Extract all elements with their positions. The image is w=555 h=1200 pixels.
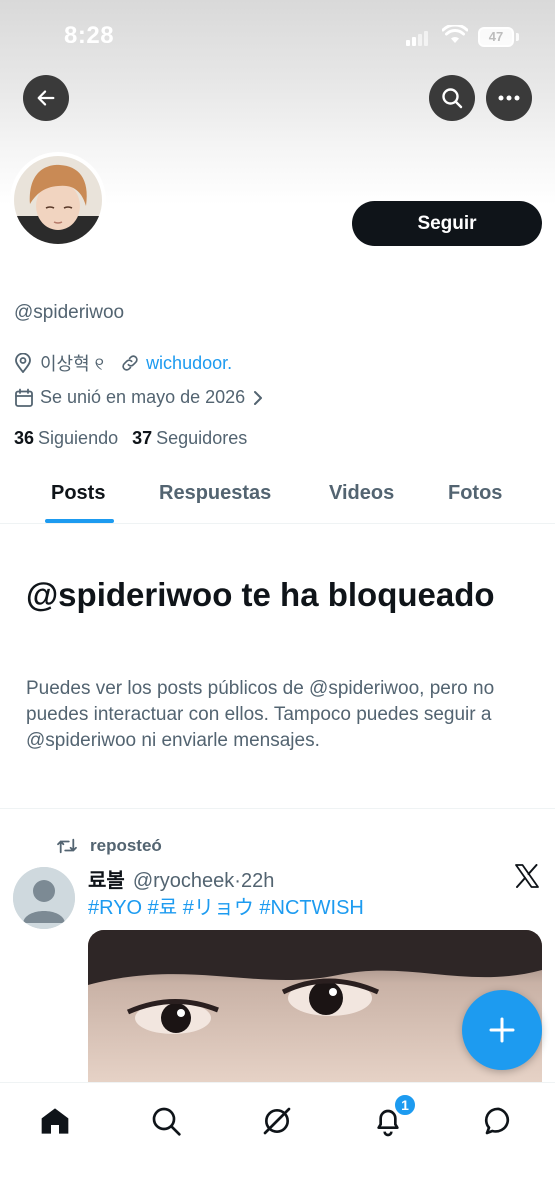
active-tab-indicator [45, 519, 114, 523]
bottom-navigation [0, 1082, 555, 1200]
post-header: 료볼 @ryocheek · 22h [88, 864, 274, 893]
profile-handle: @spideriwoo [14, 302, 125, 323]
post-author-name[interactable]: 료볼 [88, 864, 125, 893]
messages-icon [484, 1107, 510, 1135]
nav-home[interactable] [35, 1101, 75, 1141]
plus-icon [489, 1017, 515, 1043]
followers-label: Seguidores [156, 428, 248, 448]
grok-icon [263, 1107, 291, 1135]
profile-tabs: Posts Respuestas Videos Fotos [0, 462, 555, 524]
follow-stats: 36 Siguiendo 37 Seguidores [14, 428, 261, 449]
post-time: 22h [240, 870, 275, 892]
blocked-title: @spideriwoo te ha bloqueado [26, 576, 495, 613]
location-pin-icon [15, 353, 31, 373]
tab-fotos[interactable]: Fotos [448, 482, 502, 505]
wifi-icon [442, 25, 468, 43]
notification-badge: 1 [393, 1093, 417, 1117]
repost-text: reposteó [90, 836, 162, 855]
home-icon [41, 1108, 69, 1134]
battery-icon: 47 [478, 27, 514, 47]
profile-joined-text: Se unió en mayo de 2026 [40, 387, 246, 407]
arrow-left-icon [37, 90, 55, 106]
chevron-right-icon [254, 390, 263, 405]
divider [0, 808, 555, 809]
following-link[interactable]: 36 Siguiendo [14, 428, 118, 449]
blocked-description: Puedes ver los posts públicos de @spider… [26, 678, 495, 751]
profile-meta: 이상혁 ୧ wichudoor. [14, 350, 232, 376]
more-options-button[interactable] [486, 75, 532, 121]
profile-location: 이상혁 ୧ [40, 354, 105, 374]
post-separator: · [234, 870, 241, 892]
back-button[interactable] [23, 75, 69, 121]
post-author-handle[interactable]: @ryocheek [133, 870, 234, 893]
post-hashtags[interactable]: #RYO #료 #リョウ #NCTWISH [88, 891, 364, 920]
following-count: 36 [14, 428, 35, 448]
post-author-avatar[interactable] [13, 867, 75, 929]
tab-posts[interactable]: Posts [51, 482, 105, 505]
profile-avatar[interactable] [10, 152, 106, 248]
tab-respuestas[interactable]: Respuestas [159, 482, 271, 505]
x-logo-icon [515, 864, 539, 888]
nav-search[interactable] [146, 1101, 186, 1141]
more-horizontal-icon [498, 95, 520, 101]
repost-indicator: reposteó [56, 836, 162, 856]
following-label: Siguiendo [38, 428, 119, 448]
follow-button[interactable]: Seguir [352, 201, 542, 246]
tab-videos[interactable]: Videos [329, 482, 394, 505]
calendar-icon [15, 388, 33, 407]
followers-count: 37 [132, 428, 153, 448]
search-icon [152, 1107, 181, 1136]
profile-joined[interactable]: Se unió en mayo de 2026 [14, 387, 263, 408]
search-button[interactable] [429, 75, 475, 121]
status-bar: 8:28 47 [0, 0, 555, 72]
search-icon [442, 88, 463, 109]
profile-website-link[interactable]: wichudoor. [146, 353, 232, 374]
battery-tip [516, 33, 519, 41]
status-time: 8:28 [64, 22, 115, 49]
signal-icon [406, 30, 432, 46]
nav-grok[interactable] [257, 1101, 297, 1141]
followers-link[interactable]: 37 Seguidores [132, 428, 247, 449]
repost-icon [57, 838, 77, 854]
link-icon [122, 355, 138, 371]
compose-post-button[interactable] [462, 990, 542, 1070]
profile-avatar-image [14, 156, 102, 244]
nav-messages[interactable] [479, 1101, 519, 1141]
